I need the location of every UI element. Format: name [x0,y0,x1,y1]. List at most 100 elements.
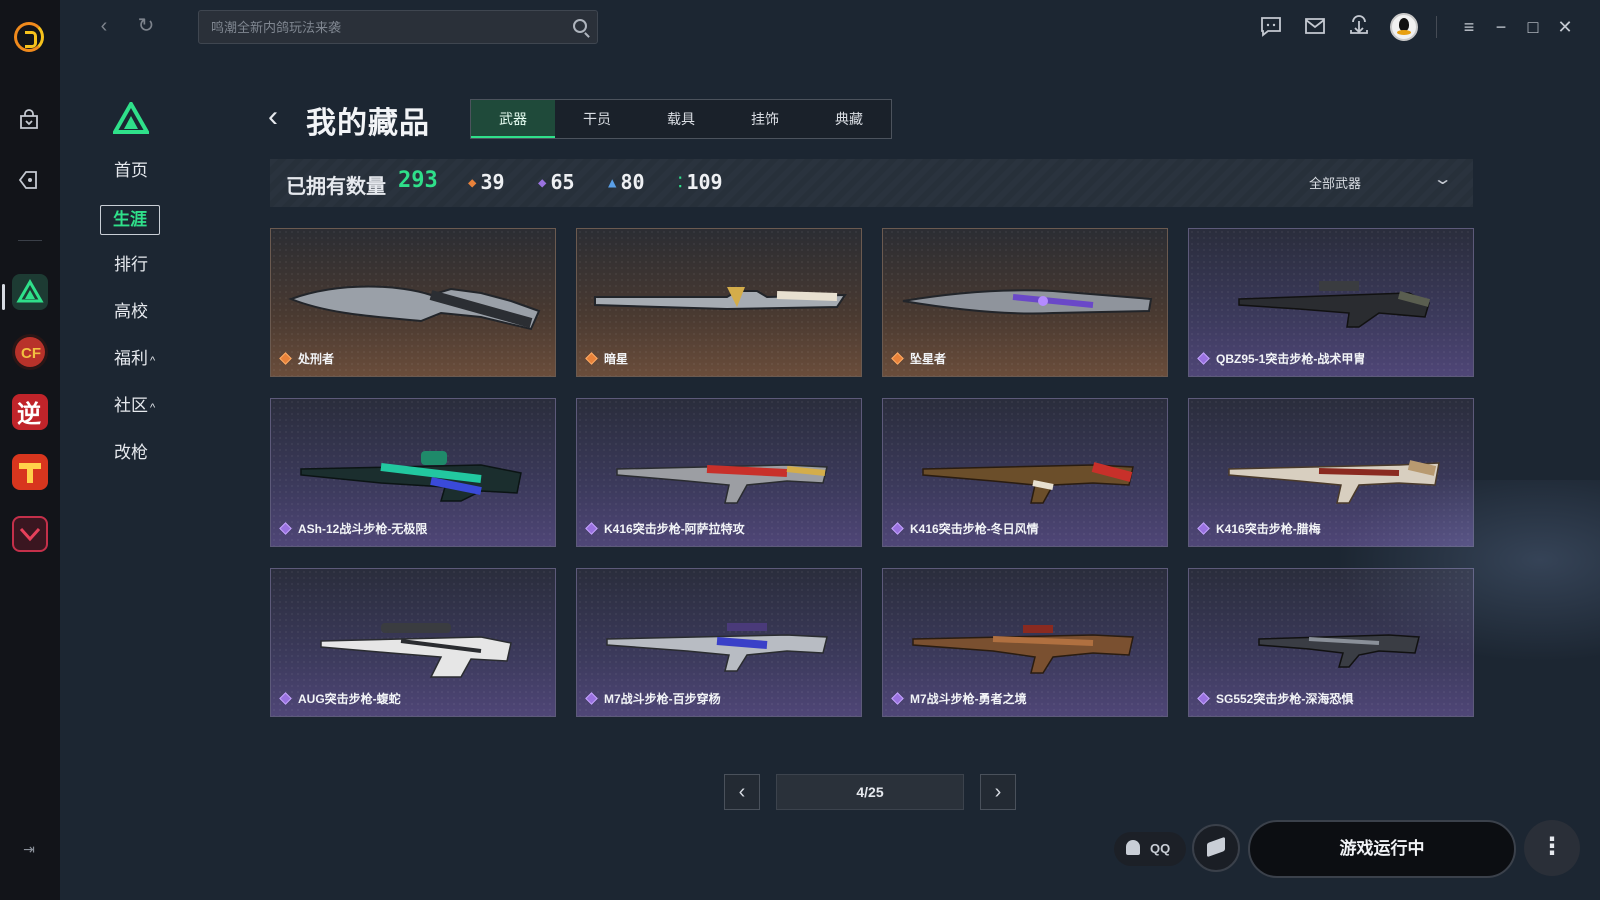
nav-item-label: 生涯 [100,205,160,235]
owned-label: 已拥有数量 [286,176,386,198]
menu-icon[interactable]: ≡ [1456,14,1482,40]
page-title: 我的藏品 [306,107,430,140]
more-options-button[interactable]: ⋮ [1524,820,1580,876]
tab-collection[interactable]: 典藏 [807,100,891,138]
close-icon[interactable]: ✕ [1552,14,1578,40]
chevron-up-icon: ▲ [608,175,617,191]
rifle-icon [1258,634,1420,668]
card-label: M7战斗步枪-勇者之境 [891,690,1027,707]
back-chevron-icon[interactable]: ‹ [268,100,278,134]
layers-icon[interactable] [1192,824,1240,872]
collection-card[interactable]: ASh-12战斗步枪-无极限 [270,398,556,547]
rarity-diamond-icon [1197,692,1210,705]
tab-charms[interactable]: 挂饰 [723,100,807,138]
caret-up-icon: ^ [150,355,156,367]
next-page-button[interactable]: › [980,774,1016,810]
rail-game-cf-icon[interactable]: CF [12,334,48,370]
nav-item-label: 高校 [114,302,148,321]
maximize-icon[interactable]: □ [1520,14,1546,40]
rail-divider [18,240,42,241]
collection-card[interactable]: AUG突击步枪-蝮蛇 [270,568,556,717]
owned-total: 293 [398,168,438,193]
nav-item-gunsmith[interactable]: 改枪 [100,440,180,487]
game-running-button[interactable]: 游戏运行中 [1248,820,1516,878]
caret-up-icon: ^ [150,402,156,414]
weapon-filter-dropdown[interactable]: 全部武器 ⌄ [1309,171,1452,192]
rarity-diamond-icon [585,522,598,535]
item-name: SG552突击步枪-深海恐惧 [1216,692,1354,706]
shop-bag-icon[interactable] [16,108,42,134]
card-label: K416突击步枪-冬日风情 [891,520,1039,537]
knife-icon [288,285,541,331]
nav-item-label: 改枪 [114,443,148,462]
rail-game-v-icon[interactable] [12,516,48,552]
tab-operators[interactable]: 干员 [555,100,639,138]
rarity-count-purple: ◆ 65 [538,170,575,194]
page-indicator: 4/25 [776,774,964,810]
side-nav: 首页 生涯 排行 高校 福利 ^ 社区 ^ 改枪 [100,158,180,487]
qq-notify-button[interactable]: QQ [1114,832,1186,866]
collection-card[interactable]: K416突击步枪-腊梅 [1188,398,1474,547]
rifle-icon [912,625,1134,674]
nav-item-welfare[interactable]: 福利 ^ [100,346,180,393]
card-label: SG552突击步枪-深海恐惧 [1197,690,1354,707]
topbar-divider [1436,16,1437,38]
rarity-count-green: ⁚ 109 [678,170,723,194]
collapse-rail-icon[interactable]: ⇥ [18,838,40,860]
nav-item-college[interactable]: 高校 [100,299,180,346]
rarity-diamond-icon [279,352,292,365]
left-rail: CF 逆 ⇥ [0,0,60,900]
collection-card[interactable]: K416突击步枪-阿萨拉特攻 [576,398,862,547]
nav-item-community[interactable]: 社区 ^ [100,393,180,440]
app-logo-icon[interactable] [14,22,44,52]
knife-icon [594,287,847,311]
back-nav-icon[interactable]: ‹ [92,14,116,38]
dots-icon: ⁚ [678,175,683,191]
search-input[interactable] [199,11,597,43]
collection-card[interactable]: 暗星 [576,228,862,377]
gamepad-tag-icon[interactable] [16,168,42,194]
user-avatar[interactable] [1390,13,1418,41]
collection-card[interactable]: QBZ95-1突击步枪-战术甲胄 [1188,228,1474,377]
nav-item-label: 首页 [114,161,148,180]
nav-item-career[interactable]: 生涯 [100,205,180,252]
card-label: 处刑者 [279,350,334,367]
qq-label: QQ [1150,841,1171,856]
download-icon[interactable] [1346,14,1372,40]
mail-icon[interactable] [1302,14,1328,40]
prev-page-button[interactable]: ‹ [724,774,760,810]
collection-card[interactable]: M7战斗步枪-勇者之境 [882,568,1168,717]
rarity-diamond-icon [891,692,904,705]
rarity-value: 80 [620,170,645,194]
collection-card[interactable]: SG552突击步枪-深海恐惧 [1188,568,1474,717]
top-bar: ‹ ↻ ≡ − □ ✕ [60,0,1600,54]
nav-item-label: 排行 [114,255,148,274]
rifle-icon [606,623,828,672]
card-label: M7战斗步枪-百步穿杨 [585,690,721,707]
item-name: M7战斗步枪-百步穿杨 [604,692,721,706]
minimize-icon[interactable]: − [1488,14,1514,40]
rarity-count-blue: ▲ 80 [608,170,645,194]
collection-card[interactable]: K416突击步枪-冬日风情 [882,398,1168,547]
item-name: 暗星 [604,352,629,366]
item-name: K416突击步枪-冬日风情 [910,522,1039,536]
nav-item-rank[interactable]: 排行 [100,252,180,299]
collection-card[interactable]: M7战斗步枪-百步穿杨 [576,568,862,717]
collection-card[interactable]: 坠星者 [882,228,1168,377]
item-name: K416突击步枪-腊梅 [1216,522,1321,536]
svg-text:逆: 逆 [17,400,41,428]
tab-weapons[interactable]: 武器 [471,100,555,138]
search-icon[interactable] [573,19,587,33]
refresh-icon[interactable]: ↻ [134,14,158,38]
rail-game-delta-icon[interactable] [12,274,48,310]
rifle-icon [300,451,522,502]
tab-vehicles[interactable]: 载具 [639,100,723,138]
card-label: ASh-12战斗步枪-无极限 [279,520,427,537]
nav-item-home[interactable]: 首页 [100,158,180,205]
collection-card[interactable]: 处刑者 [270,228,556,377]
rail-game-t-icon[interactable] [12,454,48,490]
chevron-down-icon: ⌄ [1432,171,1453,188]
rail-game-ni-icon[interactable]: 逆 [12,394,48,430]
chat-icon[interactable] [1258,14,1284,40]
rifle-icon [922,462,1134,504]
